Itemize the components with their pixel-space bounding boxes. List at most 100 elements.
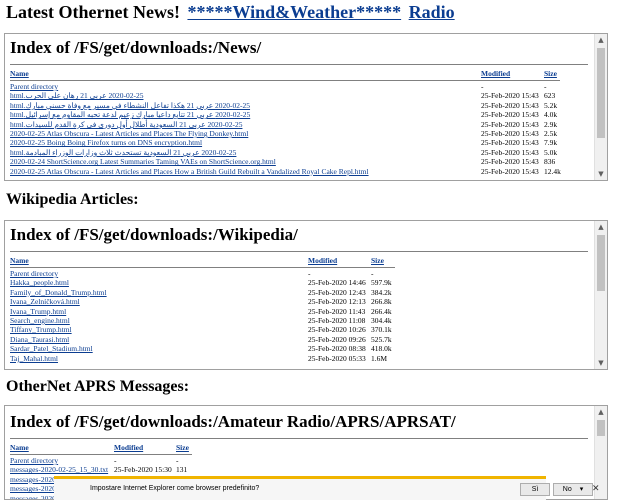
wikipedia-rows: Parent directory - - Hakka_people.html 25-Fe…: [10, 269, 440, 363]
table-row: Family_of_Donald_Trump.html 25-Feb-2020 1…: [10, 288, 440, 297]
name-cell: 2020-02-25 Atlas Obscura - Latest Articl…: [10, 129, 481, 138]
news-frame-content: Index of /FS/get/downloads:/News/ Name M…: [5, 34, 593, 180]
file-link[interactable]: Family_of_Donald_Trump.html: [10, 288, 107, 297]
size-cell: -: [544, 82, 547, 91]
file-link[interactable]: 2020-02-25 عربي 21 رهان على الحرب.html: [10, 91, 143, 100]
file-link[interactable]: 2020-02-25 عربي 21 تتابع داعيا مبارك زعي…: [10, 110, 250, 119]
aprs-section-title: OtherNet APRS Messages:: [6, 378, 190, 395]
file-link[interactable]: Tiffany_Trump.html: [10, 325, 72, 334]
size-cell: -: [371, 269, 374, 278]
aprs-index-heading: Index of /FS/get/downloads:/Amateur Radi…: [10, 412, 456, 431]
name-cell: Hakka_people.html: [10, 278, 308, 287]
scroll-down-arrow-icon[interactable]: ▼: [595, 168, 607, 180]
wind-weather-link[interactable]: *****Wind&Weather*****: [187, 2, 401, 22]
sort-size-link[interactable]: Size: [371, 256, 384, 265]
name-cell: Tiffany_Trump.html: [10, 325, 308, 334]
file-link[interactable]: Sardar_Patel_Stadium.html: [10, 344, 93, 353]
sort-name-link[interactable]: Name: [10, 443, 29, 452]
file-link[interactable]: 2020-02-25 عربي 21 السعودية أطلال أول دو…: [10, 120, 242, 129]
parent-directory-link[interactable]: Parent directory: [10, 269, 58, 278]
sort-modified-link[interactable]: Modified: [308, 256, 337, 265]
modified-cell: 25-Feb-2020 15:30: [114, 465, 172, 475]
table-row: Parent directory - -: [10, 269, 440, 278]
wikipedia-scrollbar[interactable]: ▲ ▼: [594, 221, 607, 369]
modified-cell: -: [308, 269, 311, 278]
file-link[interactable]: 2020-02-25 Boing Boing Firefox turns on …: [10, 138, 202, 147]
modified-cell: 25-Feb-2020 12:13: [308, 297, 366, 307]
file-link[interactable]: 2020-02-25 Atlas Obscura - Latest Articl…: [10, 167, 369, 176]
wikipedia-table: Name Modified Size Parent directory - - Hak…: [10, 256, 440, 363]
size-cell: 7.9k: [544, 138, 558, 148]
file-link[interactable]: 2020-02-25 عربي 21 السعودية تستحدث ثلاث …: [10, 148, 236, 157]
table-row: 2020-02-25 Boing Boing Firefox turns on …: [10, 138, 590, 147]
scroll-thumb[interactable]: [597, 48, 605, 138]
scroll-thumb[interactable]: [597, 235, 605, 291]
scroll-down-arrow-icon[interactable]: ▼: [595, 357, 607, 369]
name-cell: 2020-02-25 عربي 21 هكذا تفاعل النشطاء في…: [10, 101, 481, 110]
size-cell: 5.2k: [544, 100, 558, 110]
name-cell: 2020-02-24 ShortScience.org Latest Summa…: [10, 157, 481, 166]
modified-cell: 25-Feb-2020 09:26: [308, 334, 366, 344]
file-link[interactable]: Search_engine.html: [10, 316, 70, 325]
file-link[interactable]: messages-2020-02-25_15_30.txt: [10, 465, 108, 474]
sort-modified-link[interactable]: Modified: [481, 69, 510, 78]
wikipedia-index-heading: Index of /FS/get/downloads:/Wikipedia/: [10, 225, 298, 244]
table-row: 2020-02-25 Atlas Obscura - Latest Articl…: [10, 129, 590, 138]
modified-cell: 25-Feb-2020 15:43: [481, 138, 539, 148]
no-button[interactable]: No ▾: [553, 483, 593, 496]
sort-name-link[interactable]: Name: [10, 256, 29, 265]
modified-cell: 25-Feb-2020 15:43: [481, 119, 539, 129]
sort-name-link[interactable]: Name: [10, 69, 29, 78]
sort-modified-link[interactable]: Modified: [114, 443, 143, 452]
modified-cell: 25-Feb-2020 11:43: [308, 306, 366, 316]
table-header-row: Name Modified Size: [10, 443, 210, 452]
no-button-label: No: [562, 486, 572, 493]
file-link[interactable]: Taj_Mahal.html: [10, 354, 58, 363]
table-row: 2020-02-25 عربي 21 السعودية تستحدث ثلاث …: [10, 148, 590, 157]
file-link[interactable]: 2020-02-24 ShortScience.org Latest Summa…: [10, 157, 276, 166]
name-cell: Parent directory: [10, 82, 481, 91]
divider: [10, 438, 588, 439]
file-link[interactable]: 2020-02-25 عربي 21 هكذا تفاعل النشطاء في…: [10, 101, 250, 110]
modified-cell: 25-Feb-2020 14:46: [308, 278, 366, 288]
file-link[interactable]: Ivana_Trump.html: [10, 307, 66, 316]
sort-size-link[interactable]: Size: [176, 443, 189, 452]
name-cell: messages-2020-02-25_15_30.txt: [10, 465, 114, 474]
name-cell: 2020-02-25 عربي 21 السعودية أطلال أول دو…: [10, 120, 481, 129]
modified-cell: 25-Feb-2020 15:43: [481, 129, 539, 139]
scroll-up-arrow-icon[interactable]: ▲: [595, 221, 607, 233]
size-cell: 12.4k: [544, 166, 561, 176]
divider: [10, 251, 588, 252]
close-icon[interactable]: ✕: [592, 483, 600, 494]
modified-cell: -: [481, 82, 484, 91]
scroll-up-arrow-icon[interactable]: ▲: [595, 406, 607, 418]
modified-cell: 25-Feb-2020 15:43: [481, 110, 539, 120]
radio-link[interactable]: Radio: [409, 2, 455, 22]
news-scrollbar[interactable]: ▲ ▼: [594, 34, 607, 180]
name-cell: 2020-02-25 عربي 21 تتابع داعيا مبارك زعي…: [10, 110, 481, 119]
size-cell: 370.1k: [371, 325, 392, 335]
modified-cell: 25-Feb-2020 15:43: [481, 147, 539, 157]
name-cell: Ivana_Zelníčková.html: [10, 297, 308, 306]
yes-button[interactable]: Sì: [520, 483, 550, 496]
wikipedia-section-title: Wikipedia Articles:: [6, 191, 139, 208]
name-cell: 2020-02-25 Boing Boing Firefox turns on …: [10, 138, 481, 147]
divider: [10, 64, 588, 65]
file-link[interactable]: Diana_Taurasi.html: [10, 335, 69, 344]
parent-directory-link[interactable]: Parent directory: [10, 456, 58, 465]
size-cell: 623: [544, 91, 556, 101]
sort-size-link[interactable]: Size: [544, 69, 557, 78]
scroll-thumb[interactable]: [597, 420, 605, 436]
table-row: Search_engine.html 25-Feb-2020 11:08 304.4…: [10, 316, 440, 325]
news-rows: Parent directory - - 2020-02-25 عربي 21 رها…: [10, 82, 590, 176]
name-cell: 2020-02-25 عربي 21 رهان على الحرب.html: [10, 91, 481, 100]
size-cell: 5.0k: [544, 147, 558, 157]
parent-directory-link[interactable]: Parent directory: [10, 82, 58, 91]
file-link[interactable]: Hakka_people.html: [10, 278, 69, 287]
table-row: Parent directory - -: [10, 456, 210, 465]
scroll-up-arrow-icon[interactable]: ▲: [595, 34, 607, 46]
file-link[interactable]: Ivana_Zelníčková.html: [10, 297, 80, 306]
file-link[interactable]: 2020-02-25 Atlas Obscura - Latest Articl…: [10, 129, 248, 138]
name-cell: 2020-02-25 Atlas Obscura - Latest Articl…: [10, 167, 481, 176]
size-cell: 266.8k: [371, 297, 392, 307]
